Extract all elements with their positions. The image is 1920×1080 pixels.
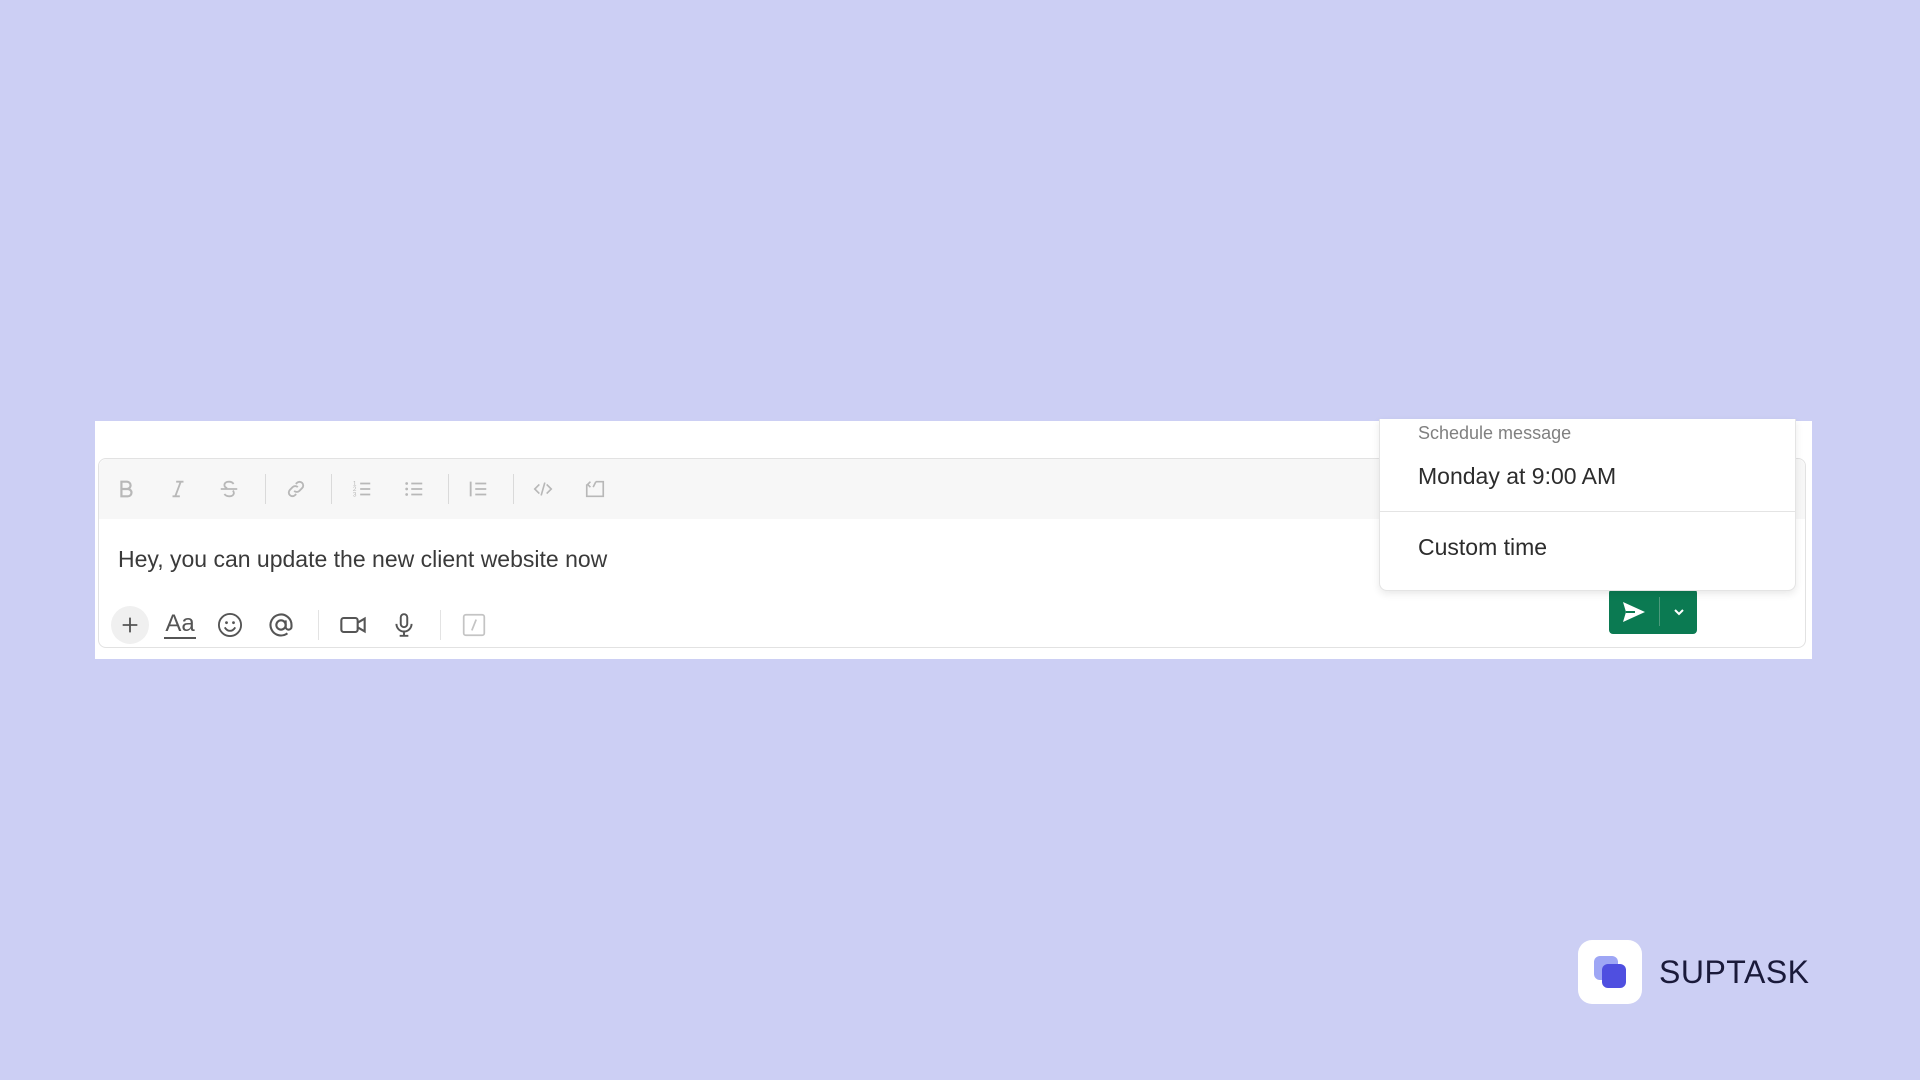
link-button[interactable]	[281, 474, 311, 504]
ordered-list-button[interactable]: 123	[347, 474, 377, 504]
code-block-icon	[585, 480, 605, 498]
attach-button[interactable]	[111, 606, 149, 644]
suptask-logo-icon	[1594, 956, 1626, 988]
bold-icon	[120, 480, 133, 498]
code-icon	[533, 482, 553, 496]
schedule-option-label: Monday at 9:00 AM	[1418, 462, 1617, 489]
italic-button[interactable]	[163, 474, 193, 504]
schedule-message-menu: Schedule message Monday at 9:00 AM Custo…	[1379, 419, 1796, 591]
menu-header: Schedule message	[1418, 423, 1572, 443]
audio-clip-button[interactable]	[385, 606, 423, 644]
schedule-option-label: Custom time	[1418, 533, 1548, 560]
microphone-icon	[395, 613, 413, 637]
brand-name: SUPTASK	[1659, 953, 1810, 990]
link-icon	[287, 480, 305, 498]
bold-button[interactable]	[111, 474, 141, 504]
video-clip-button[interactable]	[334, 606, 372, 644]
svg-text:3: 3	[353, 491, 357, 498]
blockquote-icon	[469, 481, 487, 497]
bulleted-list-icon	[405, 482, 423, 496]
strikethrough-button[interactable]	[214, 474, 244, 504]
brand: SUPTASK	[1578, 940, 1810, 1004]
code-button[interactable]	[528, 474, 558, 504]
send-button[interactable]	[1609, 589, 1659, 634]
slash-command-icon	[462, 613, 486, 637]
blockquote-button[interactable]	[463, 474, 493, 504]
message-input[interactable]: Hey, you can update the new client websi…	[118, 546, 607, 573]
chevron-down-icon	[1673, 608, 1684, 615]
mention-button[interactable]	[262, 606, 300, 644]
send-button-group	[1609, 589, 1697, 634]
video-icon	[340, 616, 366, 634]
suptask-logo	[1578, 940, 1642, 1004]
mention-icon	[269, 613, 293, 637]
menu-divider	[1380, 511, 1795, 512]
bulleted-list-button[interactable]	[399, 474, 429, 504]
code-block-button[interactable]	[580, 474, 610, 504]
text-format-button[interactable]: Aa	[161, 606, 199, 644]
slash-command-button[interactable]	[455, 606, 493, 644]
emoji-icon	[217, 612, 243, 638]
emoji-button[interactable]	[211, 606, 249, 644]
italic-icon	[172, 480, 184, 498]
schedule-option-monday[interactable]: Monday at 9:00 AM	[1380, 450, 1795, 502]
schedule-dropdown-button[interactable]	[1660, 589, 1697, 634]
strikethrough-icon	[220, 480, 238, 498]
ordered-list-icon: 123	[353, 480, 371, 498]
schedule-option-custom-time[interactable]: Custom time	[1380, 521, 1795, 573]
text-format-icon: Aa	[164, 610, 196, 639]
send-icon	[1623, 601, 1645, 622]
plus-icon	[122, 617, 138, 633]
